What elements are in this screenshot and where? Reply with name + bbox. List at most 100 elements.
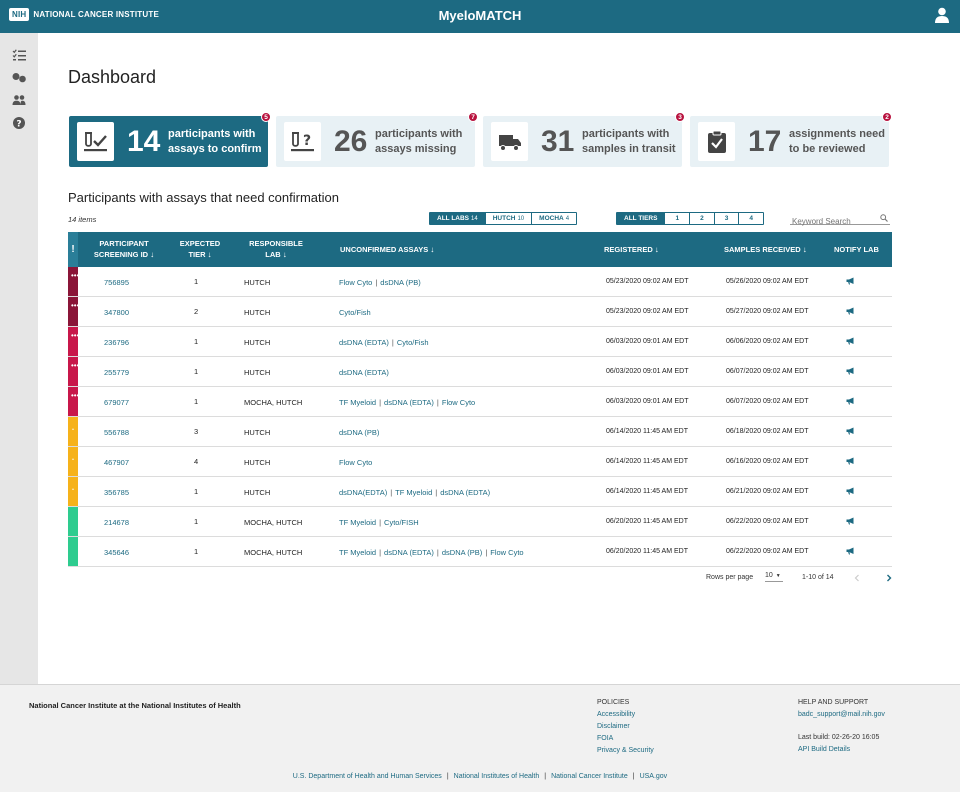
megaphone-icon[interactable]: [846, 517, 855, 525]
screening-id-link[interactable]: 236796: [104, 338, 129, 347]
header-unconfirmed-assays[interactable]: UNCONFIRMED ASSAYS ↓: [340, 244, 434, 255]
flag-dots-icon: •: [72, 427, 74, 433]
screening-id-link[interactable]: 345646: [104, 548, 129, 557]
card-samples-in-transit[interactable]: 31 participants with samples in transit …: [483, 112, 685, 167]
table-row[interactable]: ••• 756895 1 HUTCH Flow Cyto | dsDNA (PB) 05/23…: [68, 267, 892, 297]
assay-link[interactable]: TF Myeloid: [339, 548, 376, 557]
screening-id-link[interactable]: 214678: [104, 518, 129, 527]
megaphone-icon[interactable]: [846, 307, 855, 315]
assay-link[interactable]: TF Myeloid: [339, 518, 376, 527]
card-assays-missing[interactable]: ? 26 participants with assays missing 7: [276, 112, 478, 167]
assay-link[interactable]: dsDNA (EDTA): [384, 398, 434, 407]
link-nih[interactable]: National Institutes of Health: [454, 773, 540, 780]
filter-all-tiers[interactable]: ALL TIERS: [617, 213, 666, 224]
assay-link[interactable]: dsDNA (EDTA): [440, 488, 490, 497]
assay-link[interactable]: dsDNA(EDTA): [339, 488, 387, 497]
samples-received-date: 06/22/2020 09:02 AM EDT: [726, 518, 809, 525]
header-samples-received[interactable]: SAMPLES RECEIVED ↓: [724, 244, 807, 255]
megaphone-icon[interactable]: [846, 487, 855, 495]
screening-id-link[interactable]: 679077: [104, 398, 129, 407]
table-row[interactable]: ••• 255779 1 HUTCH dsDNA (EDTA) 06/03/2020 09…: [68, 357, 892, 387]
card-assignments-review[interactable]: 17 assignments need to be reviewed 2: [690, 112, 892, 167]
screening-id-link[interactable]: 467907: [104, 458, 129, 467]
filter-mocha[interactable]: MOCHA 4: [532, 213, 577, 224]
link-privacy-security[interactable]: Privacy & Security: [597, 747, 654, 754]
link-hhs[interactable]: U.S. Department of Health and Human Serv…: [293, 773, 442, 780]
user-icon[interactable]: [935, 7, 949, 23]
screening-id-link[interactable]: 347800: [104, 308, 129, 317]
link-nci[interactable]: National Cancer Institute: [551, 773, 628, 780]
assay-link[interactable]: TF Myeloid: [339, 398, 376, 407]
prev-page-icon[interactable]: [854, 574, 860, 582]
table-row[interactable]: • 345646 1 MOCHA, HUTCH TF Myeloid|dsDNA (ED…: [68, 537, 892, 567]
filter-all-labs[interactable]: ALL LABS 14: [430, 213, 486, 224]
app-title: MyeloMATCH: [438, 8, 522, 23]
header-screening-id[interactable]: PARTICIPANT SCREENING ID ↓: [88, 238, 160, 260]
assay-link[interactable]: TF Myeloid: [395, 488, 432, 497]
next-page-icon[interactable]: [886, 574, 892, 582]
megaphone-icon[interactable]: [846, 367, 855, 375]
assay-link[interactable]: Cyto/Fish: [339, 308, 371, 317]
assay-link[interactable]: dsDNA (PB): [339, 428, 379, 437]
screening-id-link[interactable]: 556788: [104, 428, 129, 437]
filter-tier-2[interactable]: 2: [690, 213, 715, 224]
table-row[interactable]: ••• 679077 1 MOCHA, HUTCH TF Myeloid | dsDNA (…: [68, 387, 892, 417]
filter-tier-3[interactable]: 3: [714, 213, 740, 224]
assay-link[interactable]: dsDNA (PB): [442, 548, 482, 557]
unconfirmed-assays: dsDNA (EDTA) | Cyto/Fish: [339, 338, 429, 347]
megaphone-icon[interactable]: [846, 547, 855, 555]
header-expected-tier[interactable]: EXPECTED TIER ↓: [170, 238, 230, 260]
header-responsible-lab[interactable]: RESPONSIBLE LAB ↓: [238, 238, 314, 260]
link-accessibility[interactable]: Accessibility: [597, 711, 635, 718]
screening-id-link[interactable]: 756895: [104, 278, 129, 287]
assay-link[interactable]: Flow Cyto: [442, 398, 475, 407]
rows-per-page-label: Rows per page: [706, 574, 754, 581]
table-row[interactable]: ••• 236796 1 HUTCH dsDNA (EDTA) | Cyto/Fish 06/…: [68, 327, 892, 357]
megaphone-icon[interactable]: [846, 337, 855, 345]
table-row[interactable]: • 356785 1 HUTCH dsDNA(EDTA) | TF Myeloid | dsDN…: [68, 477, 892, 507]
assay-link[interactable]: dsDNA (EDTA): [384, 548, 434, 557]
link-foia[interactable]: FOIA: [597, 735, 613, 742]
card-icon-box: [77, 122, 114, 161]
filter-tier-1[interactable]: 1: [665, 213, 691, 224]
table-row[interactable]: ••• 347800 2 HUTCH Cyto/Fish 05/23/2020 09:02…: [68, 297, 892, 327]
search-input[interactable]: [790, 215, 876, 228]
filter-hutch[interactable]: HUTCH 10: [485, 213, 533, 224]
assay-link[interactable]: Cyto/Fish: [397, 338, 429, 347]
megaphone-icon[interactable]: [846, 427, 855, 435]
megaphone-icon[interactable]: [846, 397, 855, 405]
screening-id-link[interactable]: 255779: [104, 368, 129, 377]
assay-link[interactable]: Cyto/FISH: [384, 518, 419, 527]
assay-link[interactable]: dsDNA (PB): [380, 278, 420, 287]
header-registered[interactable]: REGISTERED ↓: [604, 244, 659, 255]
card-assays-to-confirm[interactable]: 14 participants with assays to confirm 5: [69, 112, 271, 167]
link-support-email[interactable]: badc_support@mail.nih.gov: [798, 711, 885, 718]
link-usa-gov[interactable]: USA.gov: [640, 773, 668, 780]
responsible-lab: MOCHA, HUTCH: [244, 518, 303, 527]
pills-icon[interactable]: [12, 70, 26, 84]
rows-per-page-select[interactable]: 10 ▼: [765, 572, 783, 582]
table-row[interactable]: • 556788 3 HUTCH dsDNA (PB) 06/14/2020 11:45 …: [68, 417, 892, 447]
link-disclaimer[interactable]: Disclaimer: [597, 723, 630, 730]
link-api-build-details[interactable]: API Build Details: [798, 746, 850, 753]
users-icon[interactable]: [12, 93, 26, 107]
megaphone-icon[interactable]: [846, 277, 855, 285]
assay-link[interactable]: Flow Cyto: [339, 458, 372, 467]
table-row[interactable]: • 214678 1 MOCHA, HUTCH TF Myeloid|Cyto/FISH…: [68, 507, 892, 537]
assay-link[interactable]: dsDNA (EDTA): [339, 368, 389, 377]
priority-flag: •••: [68, 357, 79, 386]
checklist-icon[interactable]: [12, 48, 26, 62]
assay-link[interactable]: Flow Cyto: [490, 548, 523, 557]
screening-id-link[interactable]: 356785: [104, 488, 129, 497]
tube-question-icon: ?: [290, 131, 314, 151]
filter-tier-4[interactable]: 4: [739, 213, 763, 224]
megaphone-icon[interactable]: [846, 457, 855, 465]
help-icon[interactable]: ?: [12, 116, 26, 130]
assay-link[interactable]: Flow Cyto: [339, 278, 372, 287]
registered-date: 06/14/2020 11:45 AM EDT: [606, 488, 688, 495]
search-icon[interactable]: [880, 214, 888, 222]
assay-link[interactable]: dsDNA (EDTA): [339, 338, 389, 347]
expected-tier: 4: [194, 457, 199, 466]
card-badge: 3: [675, 112, 685, 122]
table-row[interactable]: • 467907 4 HUTCH Flow Cyto 06/14/2020 11:45 A…: [68, 447, 892, 477]
